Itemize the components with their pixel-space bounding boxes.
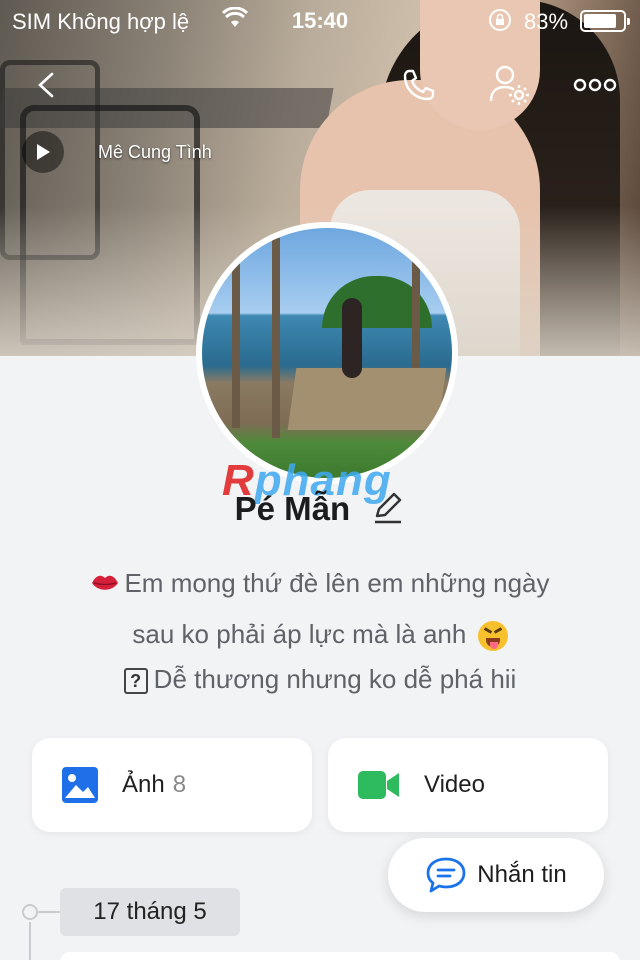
timeline-dot bbox=[22, 904, 38, 920]
pencil-icon bbox=[375, 493, 402, 524]
bio-line: sau ko phải áp lực mà là anh bbox=[40, 619, 600, 652]
message-button[interactable]: Nhắn tin bbox=[388, 838, 604, 912]
play-button[interactable] bbox=[22, 131, 64, 173]
battery-fill bbox=[584, 14, 616, 28]
image-icon bbox=[62, 767, 98, 803]
photos-card[interactable]: Ảnh 8 bbox=[32, 738, 312, 832]
photos-count: 8 bbox=[172, 771, 187, 798]
chat-bubble-icon bbox=[425, 856, 467, 894]
status-bar: SIM Không hợp lệ 15:40 83% bbox=[0, 0, 640, 40]
videos-card[interactable]: Video bbox=[328, 738, 608, 832]
profile-music[interactable]: Mê Cung Tình bbox=[22, 130, 212, 174]
message-label: Nhắn tin bbox=[477, 861, 567, 888]
timeline-date: 17 tháng 5 bbox=[60, 888, 240, 936]
profile-name-row: Pé Mẫn bbox=[0, 490, 640, 532]
bio-line: ? Dễ thương nhưng ko dễ phá hii bbox=[40, 664, 600, 695]
music-title: Mê Cung Tình bbox=[98, 141, 212, 162]
videos-label: Video bbox=[424, 771, 485, 798]
profile-name: Pé Mẫn bbox=[234, 490, 351, 527]
profile-settings-button[interactable] bbox=[486, 62, 532, 108]
photos-label: Ảnh bbox=[122, 771, 165, 798]
timeline-post-card[interactable] bbox=[60, 952, 620, 960]
rotation-lock-icon bbox=[488, 8, 512, 38]
avatar[interactable] bbox=[196, 222, 458, 484]
battery-percent: 83% bbox=[524, 9, 569, 34]
timeline-connector bbox=[38, 911, 60, 913]
unknown-glyph-icon: ? bbox=[123, 668, 148, 695]
edit-name-button[interactable] bbox=[371, 490, 405, 532]
back-button[interactable] bbox=[24, 62, 70, 108]
call-button[interactable] bbox=[396, 62, 442, 108]
chevron-left-icon bbox=[38, 72, 54, 98]
user-gear-icon bbox=[489, 65, 529, 105]
kiss-lips-icon bbox=[90, 570, 120, 601]
timeline-line bbox=[29, 922, 31, 960]
bio-line: Em mong thứ đè lên em những ngày bbox=[40, 568, 600, 601]
phone-icon bbox=[403, 69, 435, 101]
video-camera-icon bbox=[358, 769, 400, 801]
more-horizontal-icon bbox=[573, 78, 617, 92]
tongue-squint-emoji-icon bbox=[477, 621, 508, 652]
play-icon bbox=[37, 144, 50, 160]
battery-icon bbox=[580, 10, 630, 32]
more-options-button[interactable] bbox=[572, 62, 618, 108]
avatar-image bbox=[202, 228, 452, 478]
